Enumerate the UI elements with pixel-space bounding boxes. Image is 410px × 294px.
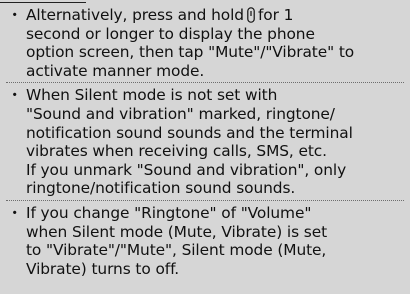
note-text: Alternatively, press and hold: [26, 6, 244, 24]
note-separator: [6, 199, 404, 201]
note-item-ringtone-volume: ・ If you change "Ringtone" of "Volume" w…: [6, 199, 406, 278]
note-line: activate manner mode.: [26, 61, 205, 80]
top-rule: [0, 2, 86, 3]
note-bullet: ・: [7, 203, 23, 222]
note-line: second or longer to display the phone: [26, 24, 315, 43]
note-line: Vibrate) turns to off.: [26, 259, 180, 278]
note-item-silent-mode-sound: ・ When Silent mode is not set with "Soun…: [6, 82, 406, 198]
note-line: When Silent mode is not set with: [26, 86, 278, 105]
notes-list: ・ Alternatively, press and hold for 1 sec…: [6, 6, 406, 278]
note-line: notification sound sounds and the termin…: [26, 123, 353, 142]
note-line: Alternatively, press and hold for 1: [26, 6, 406, 25]
note-line: when Silent mode (Mute, Vibrate) is set: [26, 222, 327, 241]
note-separator: [6, 82, 404, 84]
note-line: If you unmark "Sound and vibration", onl…: [26, 160, 347, 179]
note-line: vibrates when receiving calls, SMS, etc.: [26, 142, 327, 161]
note-text: for 1: [257, 6, 294, 24]
note-line: to "Vibrate"/"Mute", Silent mode (Mute,: [26, 241, 327, 260]
note-line: option screen, then tap "Mute"/"Vibrate"…: [26, 43, 355, 62]
note-line: ringtone/notification sound sounds.: [26, 179, 296, 198]
note-item-hold-power-key: ・ Alternatively, press and hold for 1 sec…: [6, 6, 406, 80]
note-line: "Sound and vibration" marked, ringtone/: [26, 104, 335, 123]
note-line: If you change "Ringtone" of "Volume": [26, 203, 312, 222]
note-bullet: ・: [7, 6, 23, 24]
power-key-icon: [247, 7, 255, 23]
note-bullet: ・: [7, 86, 23, 105]
